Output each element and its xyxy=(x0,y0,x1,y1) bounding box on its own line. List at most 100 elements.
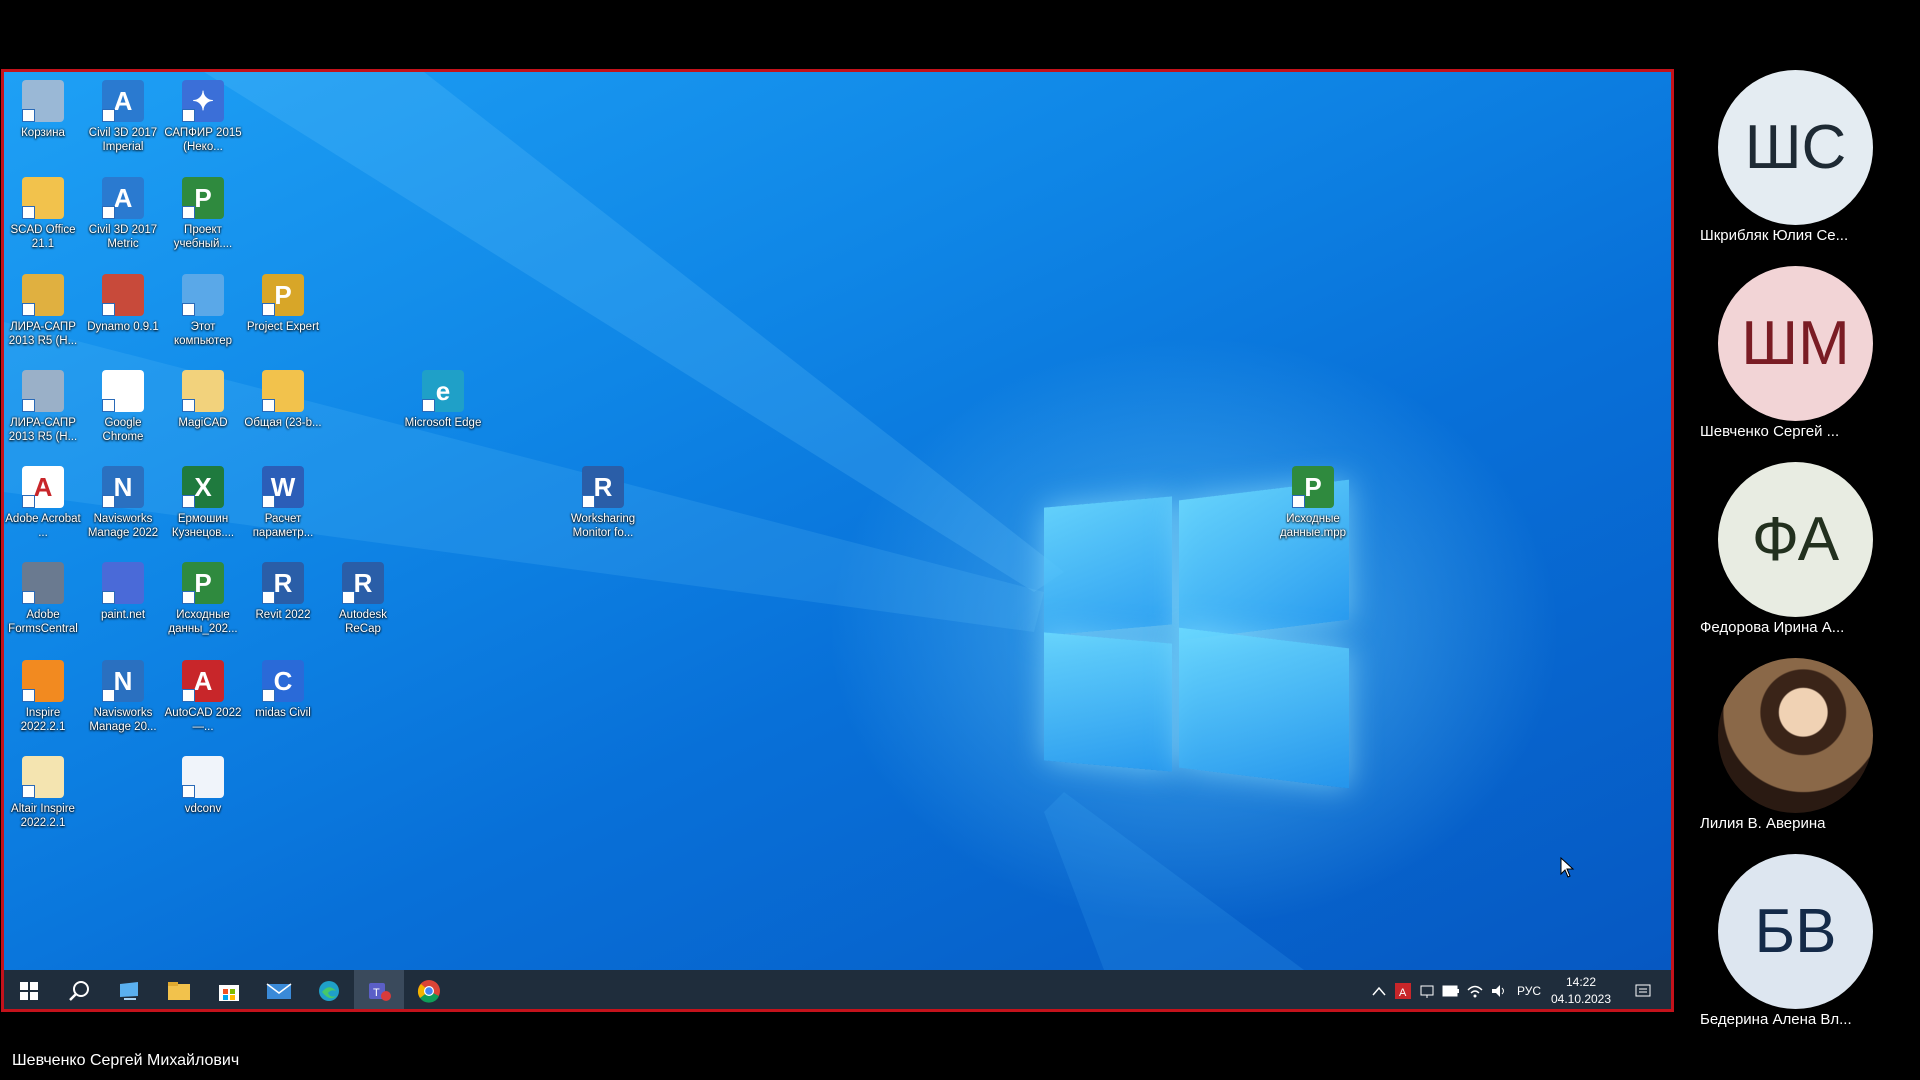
svg-text:A: A xyxy=(1399,987,1407,999)
tray-battery[interactable] xyxy=(1439,970,1463,1009)
desktop-icon[interactable]: Inspire 2022.2.1 xyxy=(4,660,82,734)
desktop-icon[interactable]: N Navisworks Manage 2022 xyxy=(84,466,162,540)
desktop-icon[interactable]: Google Chrome xyxy=(84,370,162,444)
tray-acrobat[interactable]: A xyxy=(1391,970,1415,1009)
chevron-up-icon xyxy=(1372,986,1386,996)
civil3d-icon: A xyxy=(102,177,144,219)
search-button[interactable] xyxy=(54,970,104,1009)
tray-volume[interactable] xyxy=(1487,970,1511,1009)
folder-icon xyxy=(168,982,190,1000)
clock[interactable]: 14:22 04.10.2023 xyxy=(1547,974,1615,1008)
project-file-icon: P xyxy=(182,177,224,219)
participant-tile[interactable]: БВ Бедерина Алена Вл... xyxy=(1700,854,1910,1028)
notification-icon xyxy=(1635,984,1651,997)
notifications-button[interactable] xyxy=(1615,970,1671,1009)
desktop-icon[interactable]: N Navisworks Manage 20... xyxy=(84,660,162,734)
desktop-icon[interactable]: Cmidas Civil xyxy=(244,660,322,720)
desktop-icon-label: Проект учебный.... xyxy=(173,224,233,250)
civil3d-icon: A xyxy=(102,80,144,122)
desktop-icon[interactable]: A Adobe Acrobat ... xyxy=(4,466,82,540)
desktop-icon[interactable]: MagiCAD xyxy=(164,370,242,430)
desktop-icon[interactable]: A Civil 3D 2017 Imperial xyxy=(84,80,162,154)
lira-icon xyxy=(22,274,64,316)
folder-icon xyxy=(182,370,224,412)
desktop-icon-label: Общая (23-b... xyxy=(244,417,322,429)
desktop-icon-label: midas Civil xyxy=(255,707,311,719)
altair-icon xyxy=(22,756,64,798)
participant-name: Федорова Ирина А... xyxy=(1700,619,1845,636)
edge-icon: e xyxy=(422,370,464,412)
desktop-icon[interactable]: R Worksharing Monitor fo... xyxy=(564,466,642,540)
desktop-icon[interactable]: R Revit 2022 xyxy=(244,562,322,622)
revit-icon: R xyxy=(342,562,384,604)
desktop-icon[interactable]: W Расчет параметр... xyxy=(244,466,322,540)
tray-network[interactable] xyxy=(1463,970,1487,1009)
desktop-icon[interactable]: ЛИРА-САПР 2013 R5 (Н... xyxy=(4,370,82,444)
desktop-icon[interactable]: paint.net xyxy=(84,562,162,622)
desktop-icon-label: Revit 2022 xyxy=(255,609,311,621)
show-hidden-icons-button[interactable] xyxy=(1367,970,1391,1009)
forms-icon xyxy=(22,562,64,604)
desktop-icon-label: Navisworks Manage 2022 xyxy=(87,513,159,539)
taskbar-computer-app[interactable] xyxy=(104,970,154,1009)
meeting-view: Корзина A Civil 3D 2017 Imperial ✦ САПФИР 20… xyxy=(0,0,1920,1080)
desktop-icon[interactable]: P Исходные данны_202... xyxy=(164,562,242,636)
tray-device[interactable] xyxy=(1415,970,1439,1009)
desktop-icon[interactable]: ЛИРА-САПР 2013 R5 (Н... xyxy=(4,274,82,348)
taskbar-store[interactable] xyxy=(204,970,254,1009)
desktop-icon-label: Расчет параметр... xyxy=(252,513,314,539)
participant-tile[interactable]: ШС Шкрибляк Юлия Се... xyxy=(1700,70,1910,244)
midas-icon: C xyxy=(262,660,304,702)
taskbar-explorer[interactable] xyxy=(154,970,204,1009)
desktop-icon-label: Корзина xyxy=(21,127,65,139)
desktop-icon-label: Civil 3D 2017 Imperial xyxy=(88,127,158,153)
desktop-icon[interactable]: Dynamo 0.9.1 xyxy=(84,274,162,334)
recycle-bin-icon xyxy=(22,80,64,122)
revit-icon: R xyxy=(582,466,624,508)
desktop-icon[interactable]: X Ермошин Кузнецов.... xyxy=(164,466,242,540)
desktop-icon[interactable]: A Civil 3D 2017 Metric xyxy=(84,177,162,251)
computer-icon xyxy=(120,982,138,1000)
acrobat-icon: A xyxy=(22,466,64,508)
participant-name: Бедерина Алена Вл... xyxy=(1700,1011,1852,1028)
desktop-icon[interactable]: P Project Expert xyxy=(244,274,322,334)
taskbar-edge[interactable] xyxy=(304,970,354,1009)
participant-tile[interactable]: ФА Федорова Ирина А... xyxy=(1700,462,1910,636)
participant-name: Лилия В. Аверина xyxy=(1700,815,1826,832)
desktop: Корзина A Civil 3D 2017 Imperial ✦ САПФИР 20… xyxy=(4,72,1671,970)
mouse-cursor-icon xyxy=(1560,857,1575,878)
desktop-icon[interactable]: Adobe FormsCentral xyxy=(4,562,82,636)
desktop-icon-label: paint.net xyxy=(100,609,146,621)
desktop-icon[interactable]: P Исходные данные.mpp xyxy=(1274,466,1352,540)
start-button[interactable] xyxy=(4,970,54,1009)
desktop-icon-label: vdconv xyxy=(184,803,222,815)
desktop-icon[interactable]: vdconv xyxy=(164,756,242,816)
vdconv-icon xyxy=(182,756,224,798)
avatar: БВ xyxy=(1718,854,1873,1009)
participant-tile[interactable]: ШМ Шевченко Сергей ... xyxy=(1700,266,1910,440)
desktop-icon-label: AutoCAD 2022 —... xyxy=(164,707,242,733)
inspire-icon xyxy=(22,660,64,702)
desktop-icon[interactable]: Altair Inspire 2022.2.1 xyxy=(4,756,82,830)
desktop-icon[interactable]: R Autodesk ReCap xyxy=(324,562,402,636)
desktop-icon[interactable]: Корзина xyxy=(4,80,82,140)
desktop-icon-label: Этот компьютер xyxy=(174,321,232,347)
taskbar-mail[interactable] xyxy=(254,970,304,1009)
desktop-icon-label: Project Expert xyxy=(246,321,320,333)
desktop-icon[interactable]: e Microsoft Edge xyxy=(404,370,482,430)
avatar: ШМ xyxy=(1718,266,1873,421)
desktop-icon[interactable]: Общая (23-b... xyxy=(244,370,322,430)
computer-icon xyxy=(182,274,224,316)
taskbar-teams[interactable]: T xyxy=(354,970,404,1009)
desktop-icon[interactable]: A AutoCAD 2022 —... xyxy=(164,660,242,734)
folder-icon xyxy=(22,177,64,219)
taskbar-chrome[interactable] xyxy=(404,970,454,1009)
desktop-icon-label: САПФИР 2015 (Неко... xyxy=(164,127,242,153)
desktop-icon[interactable]: Этот компьютер xyxy=(164,274,242,348)
participant-tile[interactable]: Лилия В. Аверина xyxy=(1700,658,1910,832)
language-indicator[interactable]: РУС xyxy=(1511,970,1547,1009)
sapfir-icon: ✦ xyxy=(182,80,224,122)
desktop-icon[interactable]: SCAD Office 21.1 xyxy=(4,177,82,251)
desktop-icon[interactable]: ✦ САПФИР 2015 (Неко... xyxy=(164,80,242,154)
desktop-icon[interactable]: P Проект учебный.... xyxy=(164,177,242,251)
